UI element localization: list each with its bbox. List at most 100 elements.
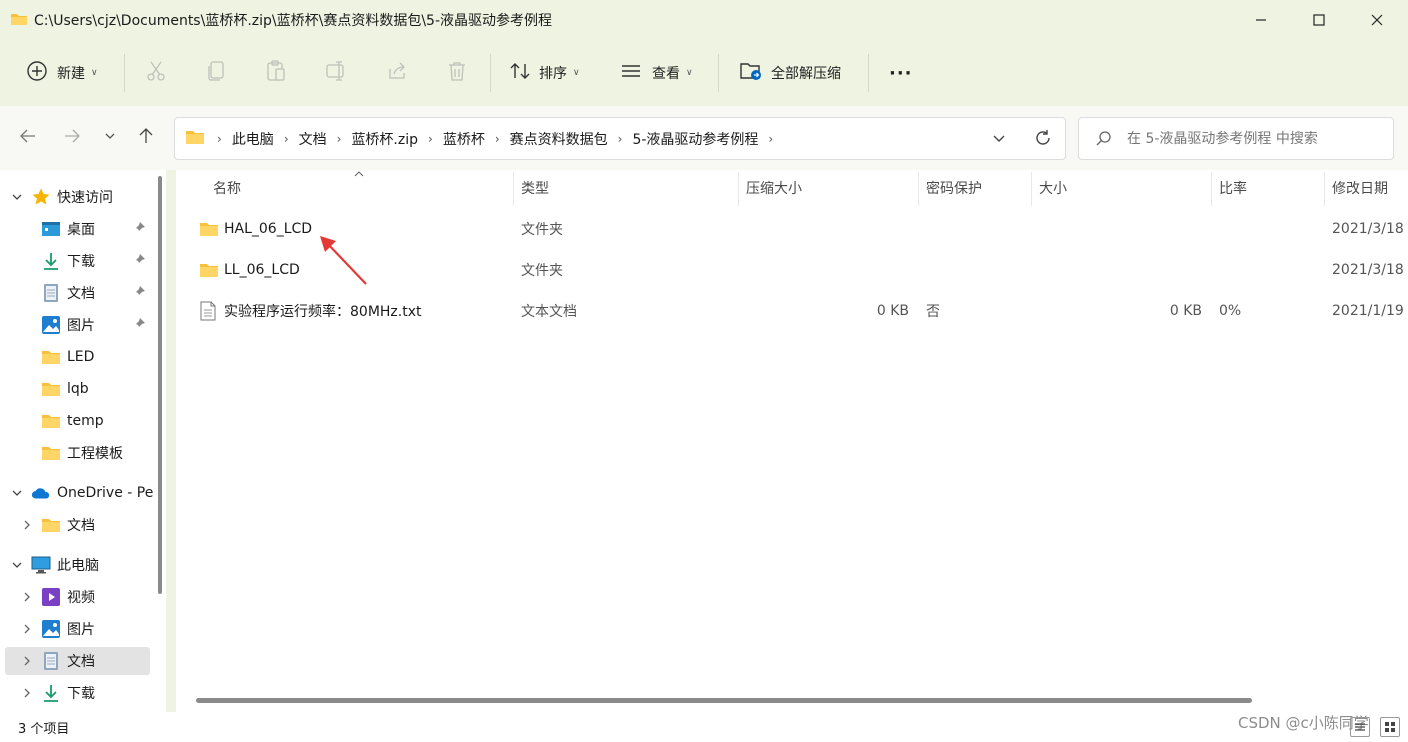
- sidebar-item-quick-access[interactable]: 快速访问: [0, 183, 150, 211]
- chevron-down-icon[interactable]: [10, 551, 24, 579]
- cut-button[interactable]: [144, 53, 168, 93]
- chevron-right-icon[interactable]: ›: [422, 132, 439, 146]
- folder-icon: [41, 515, 61, 535]
- sidebar-item-documents[interactable]: 文档: [0, 279, 150, 307]
- chevron-right-icon[interactable]: [20, 615, 34, 643]
- recent-locations-button[interactable]: [96, 126, 124, 150]
- breadcrumb-item[interactable]: 此电脑: [228, 129, 278, 149]
- horizontal-scrollbar[interactable]: [196, 698, 1252, 703]
- chevron-right-icon[interactable]: ›: [612, 132, 629, 146]
- forward-button[interactable]: [58, 126, 86, 150]
- sidebar-item-this-pc[interactable]: 此电脑: [0, 551, 150, 579]
- sidebar-item-pc-downloads[interactable]: 下载: [0, 679, 150, 707]
- chevron-down-icon[interactable]: [10, 183, 24, 211]
- folder-icon: [199, 209, 219, 249]
- delete-button[interactable]: [445, 53, 469, 93]
- column-header-name[interactable]: 名称: [213, 170, 241, 206]
- column-header-modified[interactable]: 修改日期: [1332, 170, 1388, 206]
- document-icon: [41, 283, 61, 303]
- up-button[interactable]: [132, 126, 160, 150]
- file-type: 文本文档: [521, 304, 577, 320]
- search-box[interactable]: [1078, 117, 1394, 160]
- column-divider[interactable]: [513, 172, 514, 206]
- rename-button[interactable]: [324, 53, 348, 93]
- chevron-right-icon[interactable]: [20, 511, 34, 539]
- column-divider[interactable]: [1324, 172, 1325, 206]
- column-divider[interactable]: [1211, 172, 1212, 206]
- file-password: 否: [926, 304, 940, 320]
- column-divider[interactable]: [738, 172, 739, 206]
- tiles-view-button[interactable]: [1380, 717, 1400, 737]
- chevron-down-icon[interactable]: [10, 479, 24, 507]
- file-name[interactable]: HAL_06_LCD: [224, 209, 312, 249]
- column-header-password[interactable]: 密码保护: [926, 170, 982, 206]
- file-modified: 2021/1/19: [1332, 303, 1404, 319]
- sidebar-item-lqb[interactable]: lqb: [0, 375, 150, 403]
- chevron-right-icon[interactable]: ›: [762, 132, 779, 146]
- breadcrumb-item[interactable]: 蓝桥杯: [439, 129, 489, 149]
- breadcrumb-item[interactable]: 赛点资料数据包: [506, 129, 612, 149]
- minimize-button[interactable]: [1232, 0, 1290, 40]
- sidebar-item-led[interactable]: LED: [0, 343, 150, 371]
- sidebar-item-pc-pictures[interactable]: 图片: [0, 615, 150, 643]
- arrow-up-icon: [137, 127, 155, 149]
- breadcrumb-item[interactable]: 蓝桥杯.zip: [347, 129, 422, 149]
- sidebar-item-project-template[interactable]: 工程模板: [0, 439, 150, 467]
- breadcrumb-item[interactable]: 5-液晶驱动参考例程: [628, 129, 762, 149]
- sort-button[interactable]: 排序 ∨: [509, 53, 580, 93]
- sidebar-scrollbar[interactable]: [158, 176, 162, 594]
- sidebar-item-onedrive[interactable]: OneDrive - Pe: [0, 479, 154, 507]
- extract-folder-icon: [739, 60, 763, 86]
- address-dropdown-icon[interactable]: [991, 130, 1007, 150]
- chevron-right-icon[interactable]: [20, 679, 34, 707]
- arrow-left-icon: [19, 127, 37, 149]
- table-row[interactable]: 实验程序运行频率：80MHz.txt 文本文档 0 KB 否 0 KB 0% 2…: [176, 291, 1408, 331]
- chevron-right-icon[interactable]: ›: [278, 132, 295, 146]
- column-header-ratio[interactable]: 比率: [1219, 170, 1247, 206]
- file-name[interactable]: LL_06_LCD: [224, 250, 300, 290]
- search-icon: [1095, 130, 1113, 152]
- close-button[interactable]: [1348, 0, 1406, 40]
- sidebar-item-temp[interactable]: temp: [0, 407, 150, 435]
- back-button[interactable]: [14, 126, 42, 150]
- maximize-button[interactable]: [1290, 0, 1348, 40]
- chevron-right-icon[interactable]: [20, 583, 34, 611]
- refresh-icon[interactable]: [1033, 128, 1053, 152]
- chevron-right-icon[interactable]: ›: [331, 132, 348, 146]
- share-button[interactable]: [385, 53, 409, 93]
- sidebar-item-videos[interactable]: 视频: [0, 583, 150, 611]
- column-header-compressed-size[interactable]: 压缩大小: [746, 170, 802, 206]
- column-header-type[interactable]: 类型: [521, 170, 549, 206]
- chevron-right-icon[interactable]: ›: [489, 132, 506, 146]
- sidebar-item-label: 下载: [67, 686, 95, 702]
- view-button[interactable]: 查看 ∨: [620, 53, 693, 93]
- sidebar-item-label: OneDrive - Pe: [57, 485, 154, 501]
- breadcrumb-item[interactable]: 文档: [295, 129, 331, 149]
- sidebar-item-pc-documents[interactable]: 文档: [5, 647, 150, 675]
- file-modified: 2021/3/18: [1332, 262, 1404, 278]
- sidebar-item-pictures[interactable]: 图片: [0, 311, 150, 339]
- pin-icon: [132, 285, 146, 303]
- sidebar-item-downloads[interactable]: 下载: [0, 247, 150, 275]
- toolbar-divider: [718, 54, 719, 92]
- column-divider[interactable]: [1031, 172, 1032, 206]
- paste-button[interactable]: [264, 53, 288, 93]
- new-button[interactable]: 新建 ∨: [26, 53, 98, 93]
- sort-label: 排序: [539, 66, 567, 82]
- navigation-pane: 快速访问 桌面 下载 文档 图片 LED lqb temp 工程模板 OneDr…: [0, 170, 166, 712]
- extract-all-button[interactable]: 全部解压缩: [739, 53, 841, 93]
- sidebar-item-label: 快速访问: [57, 190, 113, 206]
- column-header-size[interactable]: 大小: [1039, 170, 1067, 206]
- details-view-button[interactable]: [1350, 717, 1370, 737]
- address-bar[interactable]: › 此电脑 › 文档 › 蓝桥杯.zip › 蓝桥杯 › 赛点资料数据包 › 5…: [174, 117, 1066, 160]
- file-name[interactable]: 实验程序运行频率：80MHz.txt: [224, 291, 421, 331]
- navigation-bar: › 此电脑 › 文档 › 蓝桥杯.zip › 蓝桥杯 › 赛点资料数据包 › 5…: [0, 106, 1408, 170]
- search-input[interactable]: [1127, 128, 1382, 150]
- sidebar-item-onedrive-documents[interactable]: 文档: [0, 511, 150, 539]
- sidebar-item-desktop[interactable]: 桌面: [0, 215, 150, 243]
- video-icon: [41, 587, 61, 607]
- column-divider[interactable]: [918, 172, 919, 206]
- copy-button[interactable]: [204, 53, 228, 93]
- chevron-right-icon[interactable]: [20, 647, 34, 675]
- more-options-button[interactable]: ···: [889, 53, 913, 93]
